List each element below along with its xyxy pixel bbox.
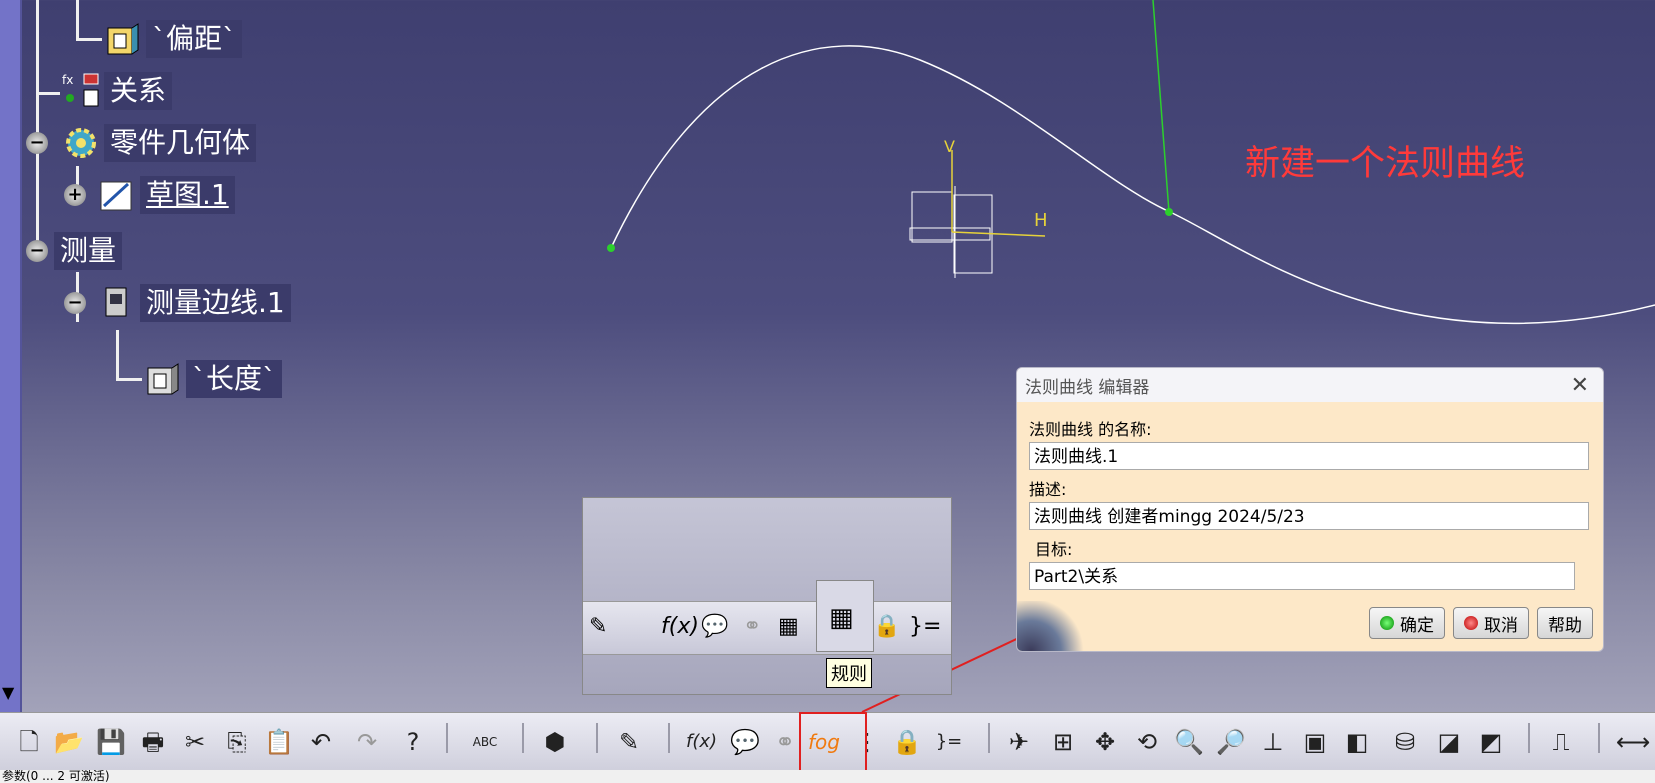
curve-end-point [1165, 208, 1173, 216]
hide-show-icon[interactable]: ◪ [1434, 727, 1464, 757]
cancel-icon [1464, 616, 1478, 630]
rotate-icon[interactable]: ⟲ [1132, 727, 1162, 757]
palette-toolbar: ✎ f(x) 💬 ⚭ ▦ 🔒 }= [583, 601, 951, 655]
sketch-analysis-icon[interactable]: ✎ [614, 727, 644, 757]
close-icon[interactable]: ✕ [1565, 373, 1595, 398]
lock-icon[interactable]: 🔒 [873, 614, 900, 639]
fly-icon[interactable]: ✈ [1004, 727, 1034, 757]
name-field[interactable]: 法则曲线.1 [1029, 442, 1589, 470]
sketch-analysis-icon[interactable]: ✎ [589, 614, 607, 639]
zoom-in-icon[interactable]: 🔍 [1174, 727, 1204, 757]
dialog-decoration [1017, 601, 1087, 651]
toolbar-separator [668, 723, 670, 753]
description-field[interactable]: 法则曲线 创建者mingg 2024/5/23 [1029, 502, 1589, 530]
print-icon[interactable]: 🖶 [138, 727, 168, 757]
whats-this-icon[interactable]: ? [398, 727, 428, 757]
axis-h-label: H [1034, 210, 1048, 231]
table-icon[interactable]: ▦ [778, 614, 799, 639]
cut-icon[interactable]: ✂ [180, 727, 210, 757]
help-label: 帮助 [1548, 615, 1582, 636]
axis-v-label: V [944, 137, 955, 156]
curve-start-point [607, 244, 615, 252]
pan-icon[interactable]: ✥ [1090, 727, 1120, 757]
dialog-title-bar[interactable]: 法则曲线 编辑器 ✕ [1017, 368, 1603, 402]
axis-system [909, 186, 993, 278]
zoom-out-icon[interactable]: 🔎 [1216, 727, 1246, 757]
fit-all-icon[interactable]: ⊞ [1048, 727, 1078, 757]
target-label: 目标: [1035, 540, 1073, 559]
ok-label: 确定 [1400, 615, 1434, 636]
table-icon[interactable]: ▦ [829, 603, 854, 633]
spell-check-icon[interactable]: ABC [470, 727, 500, 757]
multi-view-icon[interactable]: ▣ [1300, 727, 1330, 757]
help-button[interactable]: 帮助 [1537, 607, 1593, 639]
comment-icon[interactable]: 💬 [701, 614, 728, 639]
toolbar-separator [988, 723, 990, 753]
name-label: 法则曲线 的名称: [1029, 420, 1152, 439]
toolbar-separator [446, 723, 448, 753]
measure-icon[interactable]: ⎍ [1546, 727, 1576, 757]
ok-button[interactable]: 确定 [1369, 607, 1445, 639]
tooltip: 规则 [826, 658, 872, 688]
shading-icon[interactable]: ⛁ [1390, 727, 1420, 757]
undo-icon[interactable]: ↶ [306, 727, 336, 757]
toolbar-separator [1598, 723, 1600, 753]
link-icon[interactable]: ⚭ [770, 727, 800, 757]
floating-toolbar-palette: ✎ f(x) 💬 ⚭ ▦ 🔒 }= [582, 497, 952, 695]
ok-icon [1380, 616, 1394, 630]
link-icon[interactable]: ⚭ [743, 614, 761, 639]
normal-view-icon[interactable]: ⊥ [1258, 727, 1288, 757]
cancel-button[interactable]: 取消 [1453, 607, 1529, 639]
law-popup-menu[interactable]: ▦ [816, 580, 874, 652]
formula-icon[interactable]: f(x) [661, 614, 699, 639]
toolbar-separator [522, 723, 524, 753]
equations-icon[interactable]: }= [934, 727, 964, 757]
redo-icon[interactable]: ↷ [352, 727, 382, 757]
formula-icon[interactable]: f(x) [686, 727, 717, 757]
lock-icon[interactable]: 🔒 [892, 727, 922, 757]
iso-view-icon[interactable]: ◧ [1342, 727, 1372, 757]
sketch-axes [951, 150, 1046, 237]
knowledge-advisor-icon[interactable]: ⬢ [540, 727, 570, 757]
paste-icon[interactable]: 📋 [264, 727, 294, 757]
swap-icon[interactable]: ◩ [1476, 727, 1506, 757]
comment-icon[interactable]: 💬 [730, 727, 760, 757]
copy-icon[interactable]: ⎘ [222, 727, 252, 757]
toolbar-separator [596, 723, 598, 753]
description-label: 描述: [1029, 480, 1067, 499]
save-icon[interactable]: 💾 [96, 727, 126, 757]
toolbar-separator [1528, 723, 1530, 753]
dialog-title: 法则曲线 编辑器 [1025, 377, 1150, 398]
measure-between-icon[interactable]: ⟷ [1616, 727, 1650, 757]
new-icon[interactable]: 🗋 [14, 727, 44, 757]
green-line [1152, 0, 1170, 213]
cancel-label: 取消 [1484, 615, 1518, 636]
open-icon[interactable]: 📂 [54, 727, 84, 757]
equations-icon[interactable]: }= [909, 614, 941, 639]
law-editor-dialog: 法则曲线 编辑器 ✕ 法则曲线 的名称: 法则曲线.1 描述: 法则曲线 创建者… [1016, 367, 1604, 652]
status-bar: 参数(0 ... 2 可激活) [0, 770, 1655, 783]
target-field[interactable]: Part2\关系 [1029, 562, 1575, 590]
annotation-text: 新建一个法则曲线 [1245, 144, 1526, 184]
